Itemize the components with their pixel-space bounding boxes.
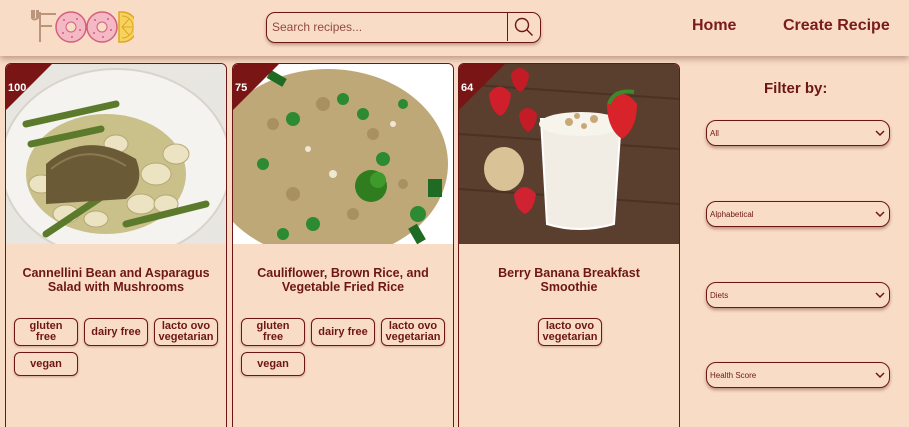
health-score: 75 xyxy=(235,82,248,94)
diet-tag: lacto ovo vegetarian xyxy=(381,318,445,346)
chevron-down-icon xyxy=(875,292,885,299)
diet-tags: gluten free dairy free lacto ovo vegetar… xyxy=(241,318,447,376)
filter-select-order[interactable]: Alphabetical xyxy=(706,201,890,227)
filter-select-health-score[interactable]: Health Score xyxy=(706,362,890,388)
diet-tag: gluten free xyxy=(14,318,78,346)
diet-tag: dairy free xyxy=(84,318,148,346)
recipe-card[interactable]: 100 Cannellini Bean and Asparagus Salad … xyxy=(5,63,227,427)
diet-tag: vegan xyxy=(14,352,78,376)
filter-select-value: Health Score xyxy=(710,370,757,380)
filter-select-diets[interactable]: Diets xyxy=(706,282,890,308)
filter-title: Filter by: xyxy=(764,80,828,97)
chevron-down-icon xyxy=(875,372,885,379)
recipe-card[interactable]: 64 Berry Banana Breakfast Smoothie lacto… xyxy=(458,63,680,427)
recipe-title[interactable]: Cauliflower, Brown Rice, and Vegetable F… xyxy=(243,266,443,294)
diet-tag: gluten free xyxy=(241,318,305,346)
search-box xyxy=(266,12,541,43)
filter-select-value: Alphabetical xyxy=(710,209,754,219)
filter-select-type[interactable]: All xyxy=(706,120,890,146)
diet-tag: vegan xyxy=(241,352,305,376)
chevron-down-icon xyxy=(875,211,885,218)
filter-select-value: Diets xyxy=(710,290,729,300)
filter-select-value: All xyxy=(710,128,719,138)
recipe-title[interactable]: Cannellini Bean and Asparagus Salad with… xyxy=(16,266,216,294)
diet-tags: lacto ovo vegetarian xyxy=(467,318,673,346)
health-score: 64 xyxy=(461,82,474,94)
diet-tags: gluten free dairy free lacto ovo vegetar… xyxy=(14,318,220,376)
navbar: Home Create Recipe xyxy=(0,0,909,56)
diet-tag: lacto ovo vegetarian xyxy=(154,318,218,346)
search-button[interactable] xyxy=(507,13,540,41)
search-icon xyxy=(514,17,533,36)
recipe-title[interactable]: Berry Banana Breakfast Smoothie xyxy=(469,266,669,294)
food-logo[interactable] xyxy=(28,6,134,46)
health-score: 100 xyxy=(8,82,27,94)
recipe-card[interactable]: 75 Cauliflower, Brown Rice, and Vegetabl… xyxy=(232,63,454,427)
diet-tag: dairy free xyxy=(311,318,375,346)
diet-tag: lacto ovo vegetarian xyxy=(538,318,602,346)
nav-home-link[interactable]: Home xyxy=(692,17,736,35)
chevron-down-icon xyxy=(875,130,885,137)
nav-create-recipe-link[interactable]: Create Recipe xyxy=(783,17,890,35)
search-input[interactable] xyxy=(267,13,507,41)
